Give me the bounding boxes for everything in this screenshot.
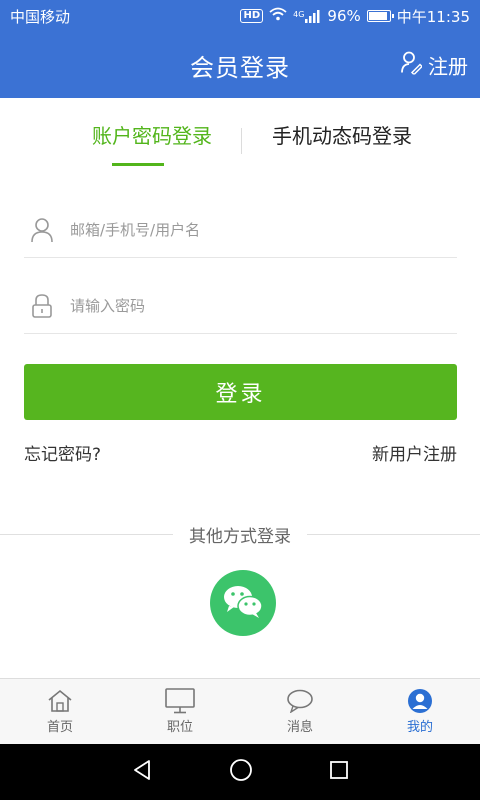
lock-icon: [24, 293, 60, 319]
battery-percent: 96%: [327, 7, 361, 25]
wifi-icon: [269, 7, 287, 25]
home-icon: [47, 688, 73, 714]
forgot-password-link[interactable]: 忘记密码?: [24, 440, 101, 465]
register-label: 注册: [428, 54, 468, 79]
password-field: [24, 278, 457, 334]
tabbar-item-profile[interactable]: 我的: [360, 679, 480, 744]
tab-account-login[interactable]: 账户密码登录: [40, 98, 264, 170]
clock: 中午11:35: [396, 7, 470, 26]
other-login-label: 其他方式登录: [189, 526, 291, 547]
header: 中国移动 HD 4G 96% 中午11:35 会员登录 注册: [0, 0, 480, 98]
wechat-icon: [221, 582, 265, 624]
login-button[interactable]: 登录: [24, 364, 457, 420]
divider-line: [307, 533, 480, 535]
wechat-login-button[interactable]: [210, 570, 276, 636]
tabbar-item-home[interactable]: 首页: [0, 679, 120, 744]
title-bar: 会员登录 注册: [0, 32, 480, 98]
user-pen-icon: [400, 51, 424, 80]
recents-icon[interactable]: [329, 760, 349, 784]
back-icon[interactable]: [131, 759, 153, 785]
login-tabs: 账户密码登录 手机动态码登录: [0, 98, 480, 170]
status-bar: 中国移动 HD 4G 96% 中午11:35: [0, 0, 480, 32]
profile-icon: [407, 688, 433, 714]
status-indicators: HD 4G 96% 中午11:35: [240, 6, 470, 27]
bottom-tab-bar: 首页 职位 消息 我的: [0, 678, 480, 744]
tabbar-label: 我的: [406, 720, 433, 735]
hd-badge: HD: [240, 9, 264, 23]
username-input[interactable]: [70, 220, 457, 239]
battery-fill: [368, 12, 387, 20]
new-user-register-link[interactable]: 新用户注册: [372, 440, 457, 465]
signal-icon: 4G: [293, 9, 321, 23]
divider-line: [0, 533, 173, 535]
tab-phone-login[interactable]: 手机动态码登录: [242, 98, 442, 170]
home-circle-icon[interactable]: [229, 758, 253, 786]
tabbar-label: 首页: [46, 720, 73, 735]
other-login-divider: 其他方式登录: [0, 520, 480, 548]
tabbar-item-messages[interactable]: 消息: [240, 679, 360, 744]
username-field: [24, 202, 457, 258]
tabbar-label: 消息: [286, 720, 313, 735]
password-input[interactable]: [70, 296, 457, 315]
message-icon: [286, 688, 314, 714]
network-type-label: 4G: [293, 9, 305, 19]
page-title: 会员登录: [190, 53, 290, 82]
user-icon: [24, 217, 60, 243]
battery-icon: [366, 10, 394, 22]
monitor-icon: [165, 688, 195, 714]
tabbar-label: 职位: [166, 720, 193, 735]
system-nav-bar: [0, 744, 480, 800]
tabbar-item-jobs[interactable]: 职位: [120, 679, 240, 744]
carrier-label: 中国移动: [10, 7, 71, 26]
register-button[interactable]: 注册: [400, 51, 468, 80]
